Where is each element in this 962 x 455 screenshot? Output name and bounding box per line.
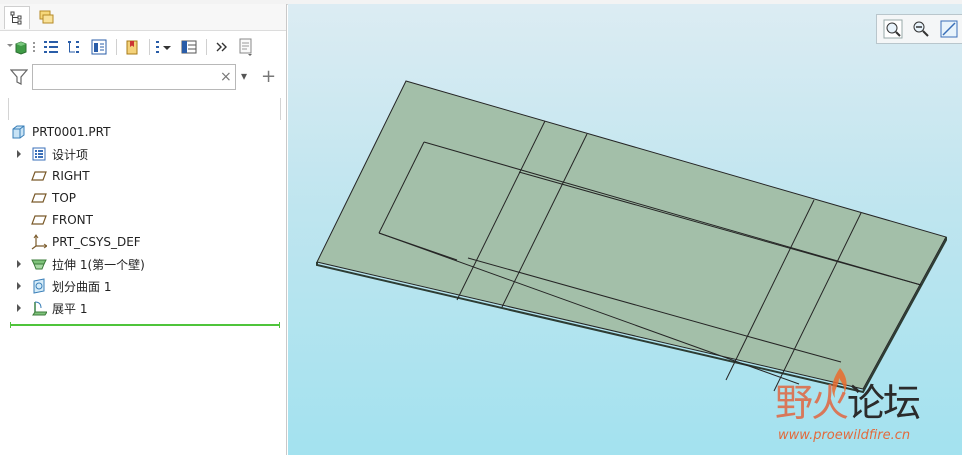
table-button[interactable] [178, 37, 200, 57]
design-items-icon [31, 146, 47, 162]
tree-item-front[interactable]: FRONT [0, 209, 286, 231]
tree-item-flatten[interactable]: 展平 1 [0, 297, 286, 319]
more-button[interactable] [211, 37, 233, 57]
tree-item-label: PRT_CSYS_DEF [52, 235, 141, 249]
toolbar-grip [30, 37, 38, 57]
toolbar-separator [149, 39, 150, 55]
tree-toolbar [6, 36, 282, 58]
tree-item-label: TOP [52, 191, 77, 205]
watermark: 野火论坛 www.proewildfire.cn [775, 368, 945, 452]
creo-window: × ▾ + PRT0001.PRT 设计项 RIGHT TOP FRONT PR… [0, 0, 962, 455]
insert-here-marker[interactable] [10, 322, 280, 328]
split-surface-icon [31, 278, 47, 294]
more-icon [216, 42, 227, 52]
watermark-url: www.proewildfire.cn [778, 428, 911, 443]
tree-item-right[interactable]: RIGHT [0, 165, 286, 187]
grip-icon [33, 42, 35, 52]
zoom-in-button[interactable] [881, 17, 905, 41]
tree-item-extrude[interactable]: 拉伸 1(第一个壁) [0, 253, 286, 275]
toolbar-separator [116, 39, 117, 55]
zoom-out-icon [913, 21, 929, 37]
tree-item-label: 划分曲面 1 [52, 279, 112, 294]
tree-columns-button[interactable] [64, 37, 86, 57]
refit-button[interactable] [937, 17, 961, 41]
notes-button[interactable] [235, 37, 257, 57]
folder-browser-icon [39, 10, 54, 24]
navigator-tabs [0, 4, 286, 31]
datum-plane-icon [31, 212, 47, 228]
tree-columns-icon [68, 41, 79, 53]
expand-arrow-icon[interactable] [15, 143, 23, 165]
tree-item-top[interactable]: TOP [0, 187, 286, 209]
filter-dropdown-button[interactable] [154, 37, 176, 57]
toolbar-separator [206, 39, 207, 55]
clear-icon[interactable]: × [220, 69, 232, 85]
table-icon [181, 40, 197, 54]
watermark-title-rest: 论坛 [847, 381, 921, 425]
tree-item-label: RIGHT [52, 169, 90, 183]
model-tree-icon [10, 11, 22, 25]
tree-item-csys[interactable]: PRT_CSYS_DEF [0, 231, 286, 253]
coordinate-system-icon [31, 234, 47, 250]
expand-arrow-icon[interactable] [15, 253, 23, 275]
expand-arrow-icon[interactable] [15, 275, 23, 297]
bookmark-button[interactable] [121, 37, 143, 57]
flatten-icon [31, 300, 47, 316]
tree-filter-row: × ▾ + [8, 64, 280, 92]
tree-settings-button[interactable] [6, 37, 28, 57]
layers-tab[interactable] [34, 6, 58, 28]
graphics-window[interactable]: 野火论坛 www.proewildfire.cn [288, 4, 962, 455]
tree-item-label: 设计项 [52, 147, 89, 162]
bookmark-icon [126, 40, 138, 55]
funnel-icon[interactable] [10, 68, 28, 86]
tree-item-label: 拉伸 1(第一个壁) [52, 257, 145, 272]
notes-icon [239, 38, 252, 56]
filter-dropdown-icon [156, 41, 171, 53]
expand-arrow-icon[interactable] [15, 297, 23, 319]
zoom-out-button[interactable] [909, 17, 933, 41]
extrude-wall-icon [31, 256, 47, 272]
part-icon [10, 124, 26, 140]
tree-item-label: FRONT [52, 213, 93, 227]
tree-item-label: 展平 1 [52, 301, 88, 316]
tree-filters-icon [91, 39, 107, 55]
navigator-panel: × ▾ + PRT0001.PRT 设计项 RIGHT TOP FRONT PR… [0, 4, 287, 455]
flat-board-surface[interactable] [316, 80, 947, 390]
tree-item-split-surface[interactable]: 划分曲面 1 [0, 275, 286, 297]
panel-divider [8, 98, 281, 120]
flame-icon [832, 368, 847, 398]
datum-plane-icon [31, 168, 47, 184]
show-icon [44, 41, 58, 53]
refit-icon [940, 20, 958, 38]
view-toolbar [876, 14, 962, 44]
tree-item-design-items[interactable]: 设计项 [0, 143, 286, 165]
tree-filters-button[interactable] [88, 37, 110, 57]
tree-settings-icon [7, 41, 27, 55]
datum-plane-icon [31, 190, 47, 206]
chevron-down-icon[interactable]: ▾ [241, 69, 247, 83]
show-button[interactable] [40, 37, 62, 57]
tree-root[interactable]: PRT0001.PRT [0, 121, 286, 143]
model-tree-tab[interactable] [4, 6, 30, 29]
tree-search-input[interactable] [32, 64, 236, 90]
tree-root-label: PRT0001.PRT [32, 125, 111, 139]
add-icon[interactable]: + [261, 66, 276, 87]
zoom-in-icon [883, 19, 903, 39]
